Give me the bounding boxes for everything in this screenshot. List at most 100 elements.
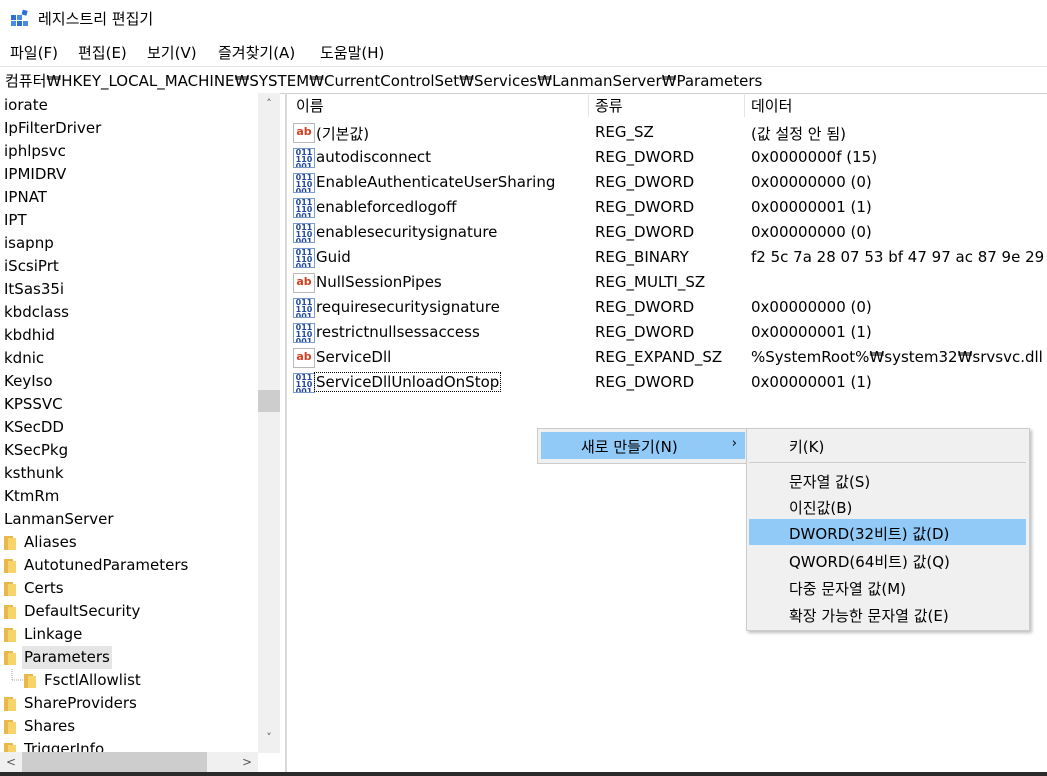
binary-value-icon: 011 110 001	[293, 298, 315, 318]
tree-item[interactable]: Aliases	[2, 531, 79, 554]
menu-item-binary-value[interactable]: 이진값(B)	[749, 493, 1026, 519]
tree-item[interactable]: IPT	[2, 209, 29, 232]
value-row[interactable]: 011 110 001 Guid REG_BINARY f2 5c 7a 28 07…	[288, 245, 1047, 270]
tree-horizontal-scrollbar[interactable]: < >	[0, 752, 258, 772]
string-value-icon: ab	[293, 348, 315, 368]
address-bar[interactable]: 컴퓨터₩HKEY_LOCAL_MACHINE₩SYSTEM₩CurrentCon…	[0, 66, 1047, 94]
binary-value-icon: 011 110 001	[293, 323, 315, 343]
menu-item-new[interactable]: 새로 만들기(N) ›	[541, 432, 745, 459]
tree-item[interactable]: ksthunk	[2, 462, 66, 485]
tree-item[interactable]: Shares	[2, 715, 77, 738]
value-row[interactable]: ab ServiceDll REG_EXPAND_SZ %SystemRoot%…	[288, 345, 1047, 370]
binary-value-icon: 011 110 001	[293, 248, 315, 268]
binary-value-icon: 011 110 001	[293, 373, 315, 393]
window-title: 레지스트리 편집기	[38, 10, 154, 28]
tree-item[interactable]: Linkage	[2, 623, 84, 646]
value-row[interactable]: 011 110 001 enablesecuritysignature REG_DW…	[288, 220, 1047, 245]
column-header-type[interactable]: 종류	[595, 95, 623, 116]
string-value-icon: ab	[293, 123, 315, 143]
menu-item-multi-string-value[interactable]: 다중 문자열 값(M)	[749, 574, 1026, 600]
folder-icon	[4, 697, 16, 711]
scroll-up-icon[interactable]: ˄	[258, 95, 280, 113]
column-divider[interactable]	[744, 93, 745, 117]
value-row[interactable]: 011 110 001 enableforcedlogoff REG_DWORD 0…	[288, 195, 1047, 220]
folder-icon	[24, 674, 36, 688]
tree-item-selected[interactable]: Parameters	[2, 646, 112, 669]
value-row[interactable]: 011 110 001 restrictnullsessaccess REG_DWO…	[288, 320, 1047, 345]
string-value-icon: ab	[293, 273, 315, 293]
menu-file[interactable]: 파일(F)	[10, 42, 58, 63]
tree-item[interactable]: KtmRm	[2, 485, 61, 508]
tree-item[interactable]: ItSas35i	[2, 278, 66, 301]
column-header-name[interactable]: 이름	[296, 95, 324, 116]
column-divider[interactable]	[588, 93, 589, 117]
menu-separator	[749, 462, 1026, 463]
window-bottom-border	[0, 772, 1047, 776]
value-row[interactable]: 011 110 001 autodisconnect REG_DWORD 0x000…	[288, 145, 1047, 170]
tree-item[interactable]: iphlpsvc	[2, 140, 68, 163]
context-menu: 새로 만들기(N) ›	[537, 428, 749, 464]
menu-bar: 파일(F) 편집(E) 보기(V) 즐겨찾기(A) 도움말(H)	[0, 38, 1047, 66]
folder-icon	[4, 536, 16, 550]
menu-item-key[interactable]: 키(K)	[749, 432, 1026, 458]
column-header-data[interactable]: 데이터	[751, 95, 792, 116]
folder-icon	[4, 628, 16, 642]
tree-item[interactable]: FsctlAllowlist	[2, 669, 143, 692]
tree-item[interactable]: KeyIso	[2, 370, 55, 393]
folder-icon	[4, 605, 16, 619]
menu-item-string-value[interactable]: 문자열 값(S)	[749, 467, 1026, 493]
binary-value-icon: 011 110 001	[293, 173, 315, 193]
value-row[interactable]: 011 110 001 EnableAuthenticateUserSharing …	[288, 170, 1047, 195]
chevron-right-icon: ›	[731, 436, 737, 451]
menu-item-qword-value[interactable]: QWORD(64비트) 값(Q)	[749, 547, 1026, 573]
tree-item[interactable]: IPMIDRV	[2, 163, 68, 186]
tree-item[interactable]: TriggerInfo	[2, 738, 106, 753]
menu-item-dword-value[interactable]: DWORD(32비트) 값(D)	[749, 519, 1026, 545]
tree-item[interactable]: IPNAT	[2, 186, 49, 209]
menu-edit[interactable]: 편집(E)	[78, 42, 127, 63]
horizontal-scroll-thumb[interactable]	[22, 752, 207, 772]
folder-icon	[4, 582, 16, 596]
tree-item[interactable]: LanmanServer	[2, 508, 116, 531]
new-submenu: 키(K) 문자열 값(S) 이진값(B) DWORD(32비트) 값(D) QW…	[746, 428, 1030, 631]
scroll-right-icon[interactable]: >	[236, 752, 258, 772]
tree-item[interactable]: DefaultSecurity	[2, 600, 142, 623]
tree-item[interactable]: kbdclass	[2, 301, 71, 324]
scroll-down-icon[interactable]: ˅	[258, 729, 280, 747]
folder-icon	[4, 720, 16, 734]
tree-item[interactable]: KPSSVC	[2, 393, 65, 416]
folder-icon	[4, 559, 16, 573]
tree-item[interactable]: KSecPkg	[2, 439, 70, 462]
scroll-left-icon[interactable]: <	[0, 752, 22, 772]
tree-vertical-scrollbar[interactable]: ˄ ˅	[258, 93, 280, 753]
folder-open-icon	[4, 651, 16, 665]
value-row[interactable]: ab (기본값) REG_SZ (값 설정 안 됨)	[288, 120, 1047, 145]
tree-connector-icon	[11, 669, 24, 681]
menu-help[interactable]: 도움말(H)	[320, 42, 384, 63]
title-bar: 레지스트리 편집기	[0, 0, 1047, 38]
tree-item[interactable]: Certs	[2, 577, 66, 600]
tree-item[interactable]: iorate	[2, 94, 50, 117]
pane-splitter[interactable]	[285, 93, 287, 776]
tree-item[interactable]: IpFilterDriver	[2, 117, 103, 140]
menu-item-expandable-string-value[interactable]: 확장 가능한 문자열 값(E)	[749, 601, 1026, 627]
vertical-scroll-thumb[interactable]	[258, 390, 280, 412]
tree-item[interactable]: KSecDD	[2, 416, 66, 439]
tree-item[interactable]: isapnp	[2, 232, 56, 255]
binary-value-icon: 011 110 001	[293, 148, 315, 168]
address-path[interactable]: 컴퓨터₩HKEY_LOCAL_MACHINE₩SYSTEM₩CurrentCon…	[5, 70, 762, 91]
value-row[interactable]: 011 110 001 requiresecuritysignature REG_D…	[288, 295, 1047, 320]
value-row-focused[interactable]: 011 110 001 ServiceDllUnloadOnStop REG_DWO…	[288, 370, 1047, 395]
tree-item[interactable]: ShareProviders	[2, 692, 139, 715]
tree-item[interactable]: AutotunedParameters	[2, 554, 190, 577]
tree-item[interactable]: iScsiPrt	[2, 255, 61, 278]
key-tree[interactable]: iorate IpFilterDriver iphlpsvc IPMIDRV I…	[0, 93, 280, 753]
menu-favorites[interactable]: 즐겨찾기(A)	[218, 42, 295, 63]
tree-item[interactable]: kdnic	[2, 347, 46, 370]
value-row[interactable]: ab NullSessionPipes REG_MULTI_SZ	[288, 270, 1047, 295]
binary-value-icon: 011 110 001	[293, 198, 315, 218]
tree-item[interactable]: kbdhid	[2, 324, 57, 347]
registry-editor-icon	[11, 9, 28, 26]
binary-value-icon: 011 110 001	[293, 223, 315, 243]
menu-view[interactable]: 보기(V)	[147, 42, 197, 63]
